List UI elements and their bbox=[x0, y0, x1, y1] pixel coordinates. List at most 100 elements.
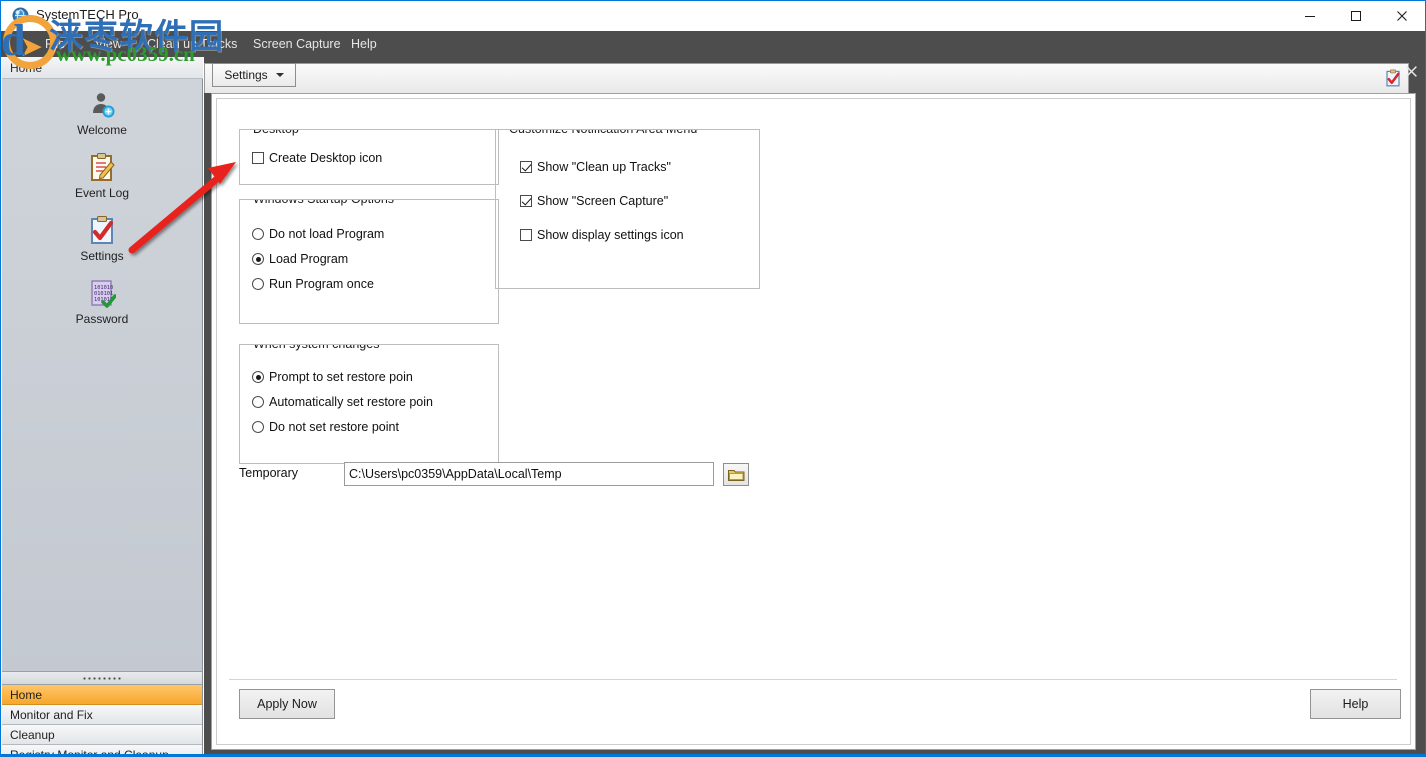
sidebar-item-settings[interactable]: Settings bbox=[2, 213, 202, 268]
left-sidebar: Home Welcome bbox=[2, 57, 203, 757]
window-title: SystemTECH Pro bbox=[36, 7, 139, 22]
radio-button[interactable] bbox=[252, 396, 264, 408]
notify-show-display-settings-icon[interactable]: Show display settings icon bbox=[520, 228, 684, 242]
sidebar-nav-label: Monitor and Fix bbox=[10, 708, 93, 722]
status-strip bbox=[1, 754, 1425, 756]
restore-option-none[interactable]: Do not set restore point bbox=[252, 420, 399, 434]
startup-option-do-not-load[interactable]: Do not load Program bbox=[252, 227, 384, 241]
radio-label: Prompt to set restore poin bbox=[269, 370, 413, 384]
windows-startup-options-title: Windows Startup Options bbox=[249, 199, 398, 206]
restore-option-prompt[interactable]: Prompt to set restore poin bbox=[252, 370, 413, 384]
radio-label: Load Program bbox=[269, 252, 348, 266]
radio-button[interactable] bbox=[252, 371, 264, 383]
chevron-down-icon[interactable] bbox=[276, 73, 284, 77]
menu-item-help[interactable]: Help bbox=[345, 31, 383, 57]
radio-button[interactable] bbox=[252, 228, 264, 240]
sidebar-nav-label: Cleanup bbox=[10, 728, 55, 742]
sidebar-nav-label: Home bbox=[10, 688, 42, 702]
tab-strip-clipboard-check-icon bbox=[1384, 69, 1402, 87]
close-icon bbox=[1405, 65, 1418, 78]
bottom-separator bbox=[229, 679, 1397, 680]
sidebar-item-welcome[interactable]: Welcome bbox=[2, 87, 202, 142]
folder-icon bbox=[728, 468, 745, 482]
minimize-icon bbox=[1304, 10, 1316, 22]
sidebar-header-label: Home bbox=[10, 61, 42, 75]
radio-label: Do not set restore point bbox=[269, 420, 399, 434]
sidebar-item-label: Event Log bbox=[2, 186, 202, 200]
sidebar-nav-cleanup[interactable]: Cleanup bbox=[2, 725, 202, 745]
help-label: Help bbox=[1343, 697, 1369, 711]
sidebar-item-password[interactable]: 101010 010101 101010 Password bbox=[2, 276, 202, 331]
sidebar-nav-home[interactable]: Home bbox=[2, 685, 202, 705]
sidebar-item-label: Password bbox=[2, 312, 202, 326]
sidebar-icon-list: Welcome Event Log bbox=[2, 79, 202, 671]
checkbox-box[interactable] bbox=[252, 152, 264, 164]
tab-settings-label: Settings bbox=[224, 68, 267, 82]
user-add-icon bbox=[2, 87, 202, 119]
binary-check-icon: 101010 010101 101010 bbox=[2, 276, 202, 308]
clipboard-check-icon bbox=[2, 213, 202, 245]
app-icon bbox=[12, 7, 29, 24]
menu-item-screen-capture[interactable]: Screen Capture bbox=[247, 31, 347, 57]
sidebar-nav-monitor-and-fix[interactable]: Monitor and Fix bbox=[2, 705, 202, 725]
startup-option-load-program[interactable]: Load Program bbox=[252, 252, 348, 266]
menu-item-view[interactable]: View bbox=[89, 31, 128, 57]
radio-label: Do not load Program bbox=[269, 227, 384, 241]
radio-label: Run Program once bbox=[269, 277, 374, 291]
radio-button[interactable] bbox=[252, 253, 264, 265]
tab-settings[interactable]: Settings bbox=[212, 63, 296, 87]
sidebar-nav-list: Home Monitor and Fix Cleanup Registry Mo… bbox=[2, 685, 202, 757]
settings-panel-inner: Desktop Create Desktop icon Windows Star… bbox=[216, 98, 1411, 745]
minimize-button[interactable] bbox=[1287, 1, 1333, 31]
application-window: SystemTECH Pro File View Clean up Track bbox=[0, 0, 1426, 757]
menu-item-clean-up-tracks[interactable]: Clean up Tracks bbox=[141, 31, 243, 57]
temporary-label: Temporary bbox=[239, 466, 298, 480]
checkbox-label: Show "Screen Capture" bbox=[537, 194, 668, 208]
radio-button[interactable] bbox=[252, 421, 264, 433]
notify-show-screen-capture[interactable]: Show "Screen Capture" bbox=[520, 194, 668, 208]
content-region: Settings Desktop Create Desktop icon bbox=[204, 57, 1425, 757]
notification-area-title: Customize Notification Area Menu bbox=[505, 129, 701, 136]
maximize-button[interactable] bbox=[1333, 1, 1379, 31]
startup-option-run-once[interactable]: Run Program once bbox=[252, 277, 374, 291]
checkbox-box[interactable] bbox=[520, 161, 532, 173]
restore-option-automatic[interactable]: Automatically set restore poin bbox=[252, 395, 433, 409]
desktop-group: Desktop Create Desktop icon bbox=[239, 129, 499, 185]
when-system-changes-title: When system changes bbox=[249, 344, 383, 351]
windows-startup-options-group: Windows Startup Options Do not load Prog… bbox=[239, 199, 499, 324]
radio-button[interactable] bbox=[252, 278, 264, 290]
sidebar-item-label: Settings bbox=[2, 249, 202, 263]
apply-now-button[interactable]: Apply Now bbox=[239, 689, 335, 719]
when-system-changes-group: When system changes Prompt to set restor… bbox=[239, 344, 499, 464]
menu-bar: File View Clean up Tracks Screen Capture… bbox=[1, 31, 1425, 57]
close-icon bbox=[1396, 10, 1408, 22]
grip-dots-icon bbox=[82, 677, 122, 680]
tab-strip: Settings bbox=[204, 57, 1425, 93]
checkbox-box[interactable] bbox=[520, 195, 532, 207]
checkbox-label: Show display settings icon bbox=[537, 228, 684, 242]
window-controls bbox=[1287, 1, 1425, 31]
radio-label: Automatically set restore poin bbox=[269, 395, 433, 409]
close-button[interactable] bbox=[1379, 1, 1425, 31]
checkbox-label: Show "Clean up Tracks" bbox=[537, 160, 671, 174]
sidebar-item-event-log[interactable]: Event Log bbox=[2, 150, 202, 205]
tab-close-button[interactable] bbox=[1403, 65, 1419, 82]
maximize-icon bbox=[1350, 10, 1362, 22]
temporary-path-input[interactable] bbox=[344, 462, 714, 486]
sidebar-item-label: Welcome bbox=[2, 123, 202, 137]
sidebar-splitter-handle[interactable] bbox=[2, 671, 202, 685]
menu-item-file[interactable]: File bbox=[39, 31, 71, 57]
notification-area-group: Customize Notification Area Menu Show "C… bbox=[495, 129, 760, 289]
checkbox-label: Create Desktop icon bbox=[269, 151, 382, 165]
tab-strip-background bbox=[204, 63, 1409, 93]
apply-now-label: Apply Now bbox=[257, 697, 317, 711]
desktop-group-title: Desktop bbox=[249, 129, 303, 136]
settings-panel: Desktop Create Desktop icon Windows Star… bbox=[211, 93, 1416, 750]
help-button[interactable]: Help bbox=[1310, 689, 1401, 719]
notify-show-clean-up-tracks[interactable]: Show "Clean up Tracks" bbox=[520, 160, 671, 174]
title-bar: SystemTECH Pro bbox=[1, 1, 1425, 31]
browse-folder-button[interactable] bbox=[723, 463, 749, 486]
sidebar-header: Home bbox=[2, 57, 203, 79]
checkbox-box[interactable] bbox=[520, 229, 532, 241]
create-desktop-icon-checkbox[interactable]: Create Desktop icon bbox=[252, 151, 382, 165]
